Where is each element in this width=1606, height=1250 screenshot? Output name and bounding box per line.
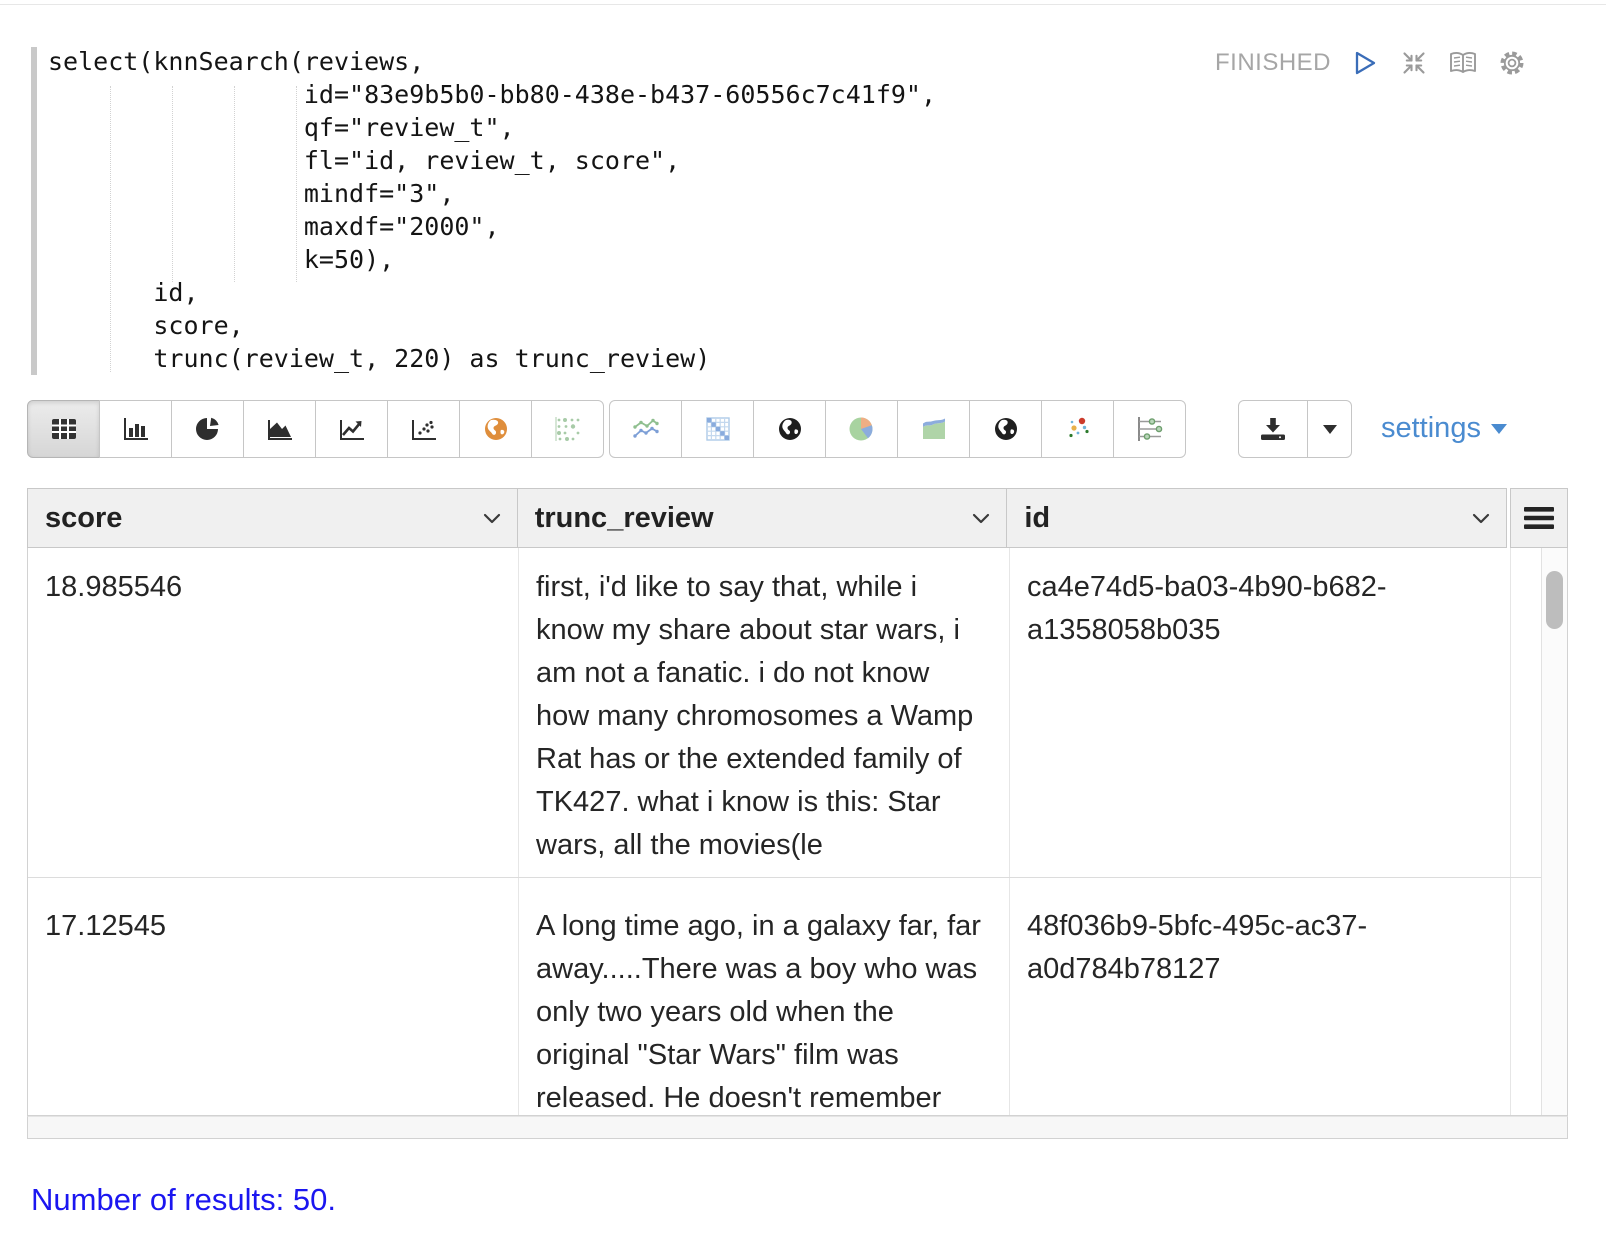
scrollbar-thumb[interactable] (1546, 571, 1563, 629)
viz-button-pie-chart[interactable] (171, 400, 244, 458)
result-table: score trunc_review id (27, 488, 1568, 1139)
globe-orange-icon (482, 415, 510, 443)
table-chart-icon (50, 416, 78, 442)
viz-button-dot-plot[interactable] (1113, 400, 1186, 458)
status-badge: FINISHED (1215, 49, 1331, 77)
run-button[interactable] (1350, 48, 1380, 78)
cell-score: 17.12545 (28, 878, 519, 1116)
viz-button-area-chart[interactable] (243, 400, 316, 458)
dot-matrix-icon (553, 415, 583, 443)
viz-button-bar-chart[interactable] (99, 400, 172, 458)
compress-icon (1400, 49, 1428, 77)
table-body: 18.985546 first, i'd like to say that, w… (27, 548, 1568, 1116)
download-button[interactable] (1238, 400, 1308, 458)
scatter-chart-icon (410, 416, 438, 442)
line-chart-icon (338, 416, 366, 442)
chevron-down-icon[interactable] (972, 513, 990, 524)
pie-chart-icon (194, 415, 222, 443)
settings-label: settings (1381, 412, 1481, 445)
horizontal-scrollbar[interactable] (27, 1116, 1568, 1139)
cell-trunc-review: A long time ago, in a galaxy far, far aw… (519, 878, 1010, 1116)
column-header-trunc-review[interactable]: trunc_review (517, 488, 1008, 548)
code-line: id="83e9b5b0-bb80-438e-b437-60556c7c41f9… (48, 78, 936, 111)
viz-button-area-color[interactable] (897, 400, 970, 458)
play-icon (1352, 50, 1378, 76)
viz-button-dot-matrix[interactable] (531, 400, 604, 458)
scatter-color-icon (1063, 414, 1093, 444)
settings-link[interactable]: settings (1381, 412, 1507, 445)
chart-type-group-1 (27, 400, 604, 458)
viz-button-line-chart[interactable] (315, 400, 388, 458)
book-icon (1448, 49, 1478, 77)
column-header-id[interactable]: id (1006, 488, 1507, 548)
area-chart-color-icon (919, 415, 949, 443)
cell-score: 18.985546 (28, 548, 519, 877)
viz-button-map-orange[interactable] (459, 400, 532, 458)
bar-chart-icon (122, 416, 150, 442)
chevron-down-icon[interactable] (483, 513, 501, 524)
visualization-toolbar (27, 400, 1186, 458)
cell-trunc-review: first, i'd like to say that, while i kno… (519, 548, 1010, 877)
cell-id: 48f036b9-5bfc-495c-ac37-a0d784b78127 (1010, 878, 1511, 1116)
collapse-button[interactable] (1399, 48, 1429, 78)
dot-plot-icon (1135, 415, 1165, 443)
settings-gear-button[interactable] (1497, 48, 1527, 78)
viz-button-globe-1[interactable] (753, 400, 826, 458)
download-icon (1259, 416, 1287, 442)
column-label: trunc_review (535, 502, 714, 535)
code-line: maxdf="2000", (48, 210, 936, 243)
chart-type-group-2 (609, 400, 1186, 458)
download-options-button[interactable] (1307, 400, 1352, 458)
globe-dark-icon (992, 415, 1020, 443)
vertical-scrollbar[interactable] (1541, 548, 1567, 1115)
globe-dark-icon (776, 415, 804, 443)
viz-button-scatter-color[interactable] (1041, 400, 1114, 458)
column-label: id (1024, 502, 1050, 535)
paragraph-top-border (0, 4, 1606, 5)
viz-button-heatmap[interactable] (681, 400, 754, 458)
table-menu-button[interactable] (1510, 488, 1568, 548)
viz-button-pie-color[interactable] (825, 400, 898, 458)
code-line: select(knnSearch(reviews, (48, 45, 936, 78)
show-editor-button[interactable] (1448, 48, 1478, 78)
results-count-text: Number of results: 50. (31, 1182, 336, 1218)
column-header-score[interactable]: score (27, 488, 518, 548)
caret-down-icon (1323, 425, 1337, 434)
heatmap-icon (704, 415, 732, 443)
code-line: id, (48, 276, 936, 309)
code-line: score, (48, 309, 936, 342)
area-chart-icon (266, 416, 294, 442)
zeppelin-paragraph: select(knnSearch(reviews, id="83e9b5b0-b… (0, 0, 1606, 1250)
table-header: score trunc_review id (27, 488, 1568, 548)
code-line: trunc(review_t, 220) as trunc_review) (48, 342, 936, 375)
caret-down-icon (1491, 424, 1507, 434)
column-label: score (45, 502, 122, 535)
table-row: 17.12545 A long time ago, in a galaxy fa… (28, 878, 1567, 1116)
download-split-button (1238, 400, 1352, 458)
viz-button-table[interactable] (27, 400, 100, 458)
viz-button-globe-2[interactable] (969, 400, 1042, 458)
pie-chart-color-icon (847, 414, 877, 444)
table-row: 18.985546 first, i'd like to say that, w… (28, 548, 1567, 878)
code-editor[interactable]: select(knnSearch(reviews, id="83e9b5b0-b… (48, 45, 936, 375)
code-line: mindf="3", (48, 177, 936, 210)
gear-icon (1498, 49, 1526, 77)
chevron-down-icon[interactable] (1472, 513, 1490, 524)
code-line: k=50), (48, 243, 936, 276)
editor-gutter (31, 47, 37, 375)
paragraph-status-bar: FINISHED (1215, 48, 1527, 78)
hamburger-menu-icon (1523, 506, 1555, 530)
code-line: fl="id, review_t, score", (48, 144, 936, 177)
cell-id: ca4e74d5-ba03-4b90-b682-a1358058b035 (1010, 548, 1511, 877)
viz-button-multi-line[interactable] (609, 400, 682, 458)
code-line: qf="review_t", (48, 111, 936, 144)
multi-line-chart-icon (631, 416, 661, 442)
viz-button-scatter-chart[interactable] (387, 400, 460, 458)
